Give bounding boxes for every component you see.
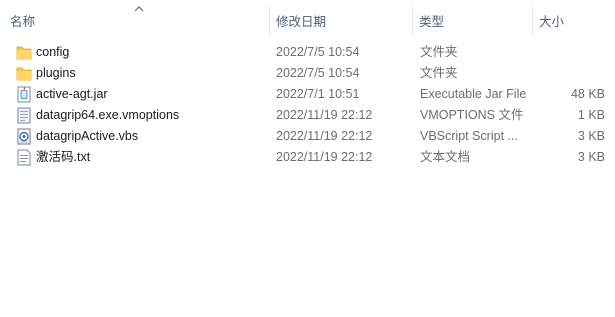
file-date: 2022/7/5 10:54	[276, 45, 360, 59]
file-type: 文本文档	[420, 150, 471, 164]
column-header-date-label: 修改日期	[276, 15, 327, 29]
file-name: plugins	[36, 66, 76, 80]
file-type: VMOPTIONS 文件	[420, 108, 524, 122]
file-size: 3 KB	[577, 150, 605, 164]
file-row-vmoptions[interactable]: datagrip64.exe.vmoptions 2022/11/19 22:1…	[0, 105, 615, 126]
file-row-config[interactable]: config 2022/7/5 10:54 文件夹	[0, 42, 615, 63]
sort-ascending-icon	[134, 6, 144, 12]
column-header-date[interactable]: 修改日期	[270, 0, 413, 40]
folder-icon	[16, 67, 32, 81]
file-size: 48 KB	[570, 87, 605, 101]
column-header-bar: 名称 修改日期 类型 大小	[0, 0, 615, 40]
column-header-name-label: 名称	[10, 15, 36, 29]
file-name: 激活码.txt	[36, 150, 91, 164]
file-type: 文件夹	[420, 45, 458, 59]
file-name: config	[36, 45, 70, 59]
file-name: datagrip64.exe.vmoptions	[36, 108, 180, 122]
file-date: 2022/7/5 10:54	[276, 66, 360, 80]
vmoptions-file-icon	[17, 107, 31, 124]
file-row-active-agt-jar[interactable]: active-agt.jar 2022/7/1 10:51 Executable…	[0, 84, 615, 105]
file-type: Executable Jar File	[420, 87, 527, 101]
file-row-txt[interactable]: 激活码.txt 2022/11/19 22:12 文本文档 3 KB	[0, 147, 615, 168]
column-header-type-label: 类型	[419, 15, 445, 29]
file-size: 1 KB	[577, 108, 605, 122]
file-date: 2022/11/19 22:12	[276, 150, 373, 164]
file-type: VBScript Script ...	[420, 129, 518, 143]
column-header-size-label: 大小	[539, 15, 565, 29]
column-header-type[interactable]: 类型	[413, 0, 533, 40]
file-row-plugins[interactable]: plugins 2022/7/5 10:54 文件夹	[0, 63, 615, 84]
vbs-script-icon	[17, 128, 31, 145]
folder-icon	[16, 46, 32, 60]
file-row-vbs-script[interactable]: datagripActive.vbs 2022/11/19 22:12 VBSc…	[0, 126, 615, 147]
text-file-icon	[17, 149, 31, 166]
file-size: 3 KB	[577, 129, 605, 143]
jar-file-icon	[17, 86, 31, 103]
file-name: datagripActive.vbs	[36, 129, 139, 143]
file-date: 2022/11/19 22:12	[276, 129, 373, 143]
file-name: active-agt.jar	[36, 87, 108, 101]
file-type: 文件夹	[420, 66, 458, 80]
file-date: 2022/11/19 22:12	[276, 108, 373, 122]
file-date: 2022/7/1 10:51	[276, 87, 360, 101]
column-header-size[interactable]: 大小	[533, 0, 615, 40]
column-header-name[interactable]: 名称	[0, 0, 270, 40]
